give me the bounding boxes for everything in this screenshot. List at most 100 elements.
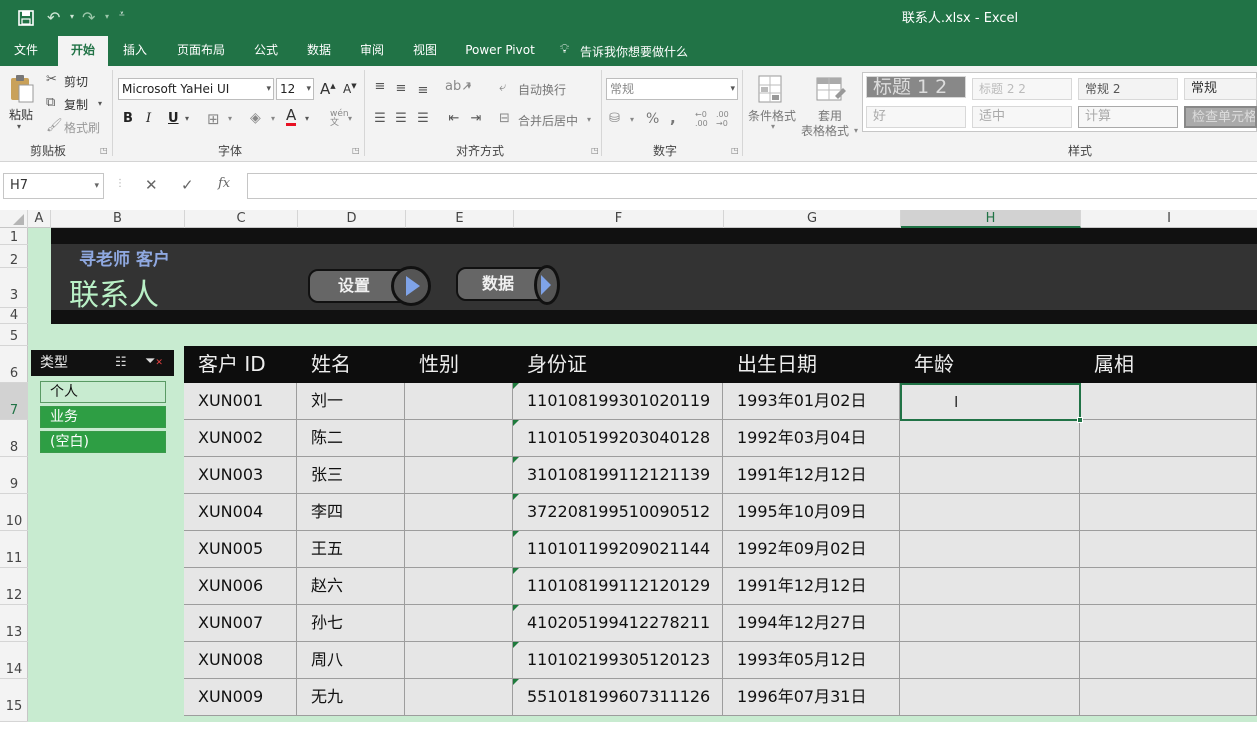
tab-power-pivot[interactable]: Power Pivot bbox=[458, 36, 542, 66]
column-header-e[interactable]: E bbox=[406, 210, 514, 228]
clear-filter-icon[interactable]: ⏷✕ bbox=[145, 354, 163, 369]
fill-color-icon[interactable]: ◈ bbox=[250, 110, 261, 126]
row-header-15[interactable]: 15 bbox=[0, 679, 28, 722]
copy-button[interactable]: 复制 bbox=[64, 96, 88, 113]
cell-gender[interactable] bbox=[405, 494, 513, 531]
cell-gender[interactable] bbox=[405, 605, 513, 642]
cell-age[interactable] bbox=[900, 420, 1080, 457]
cell-zodiac[interactable] bbox=[1080, 642, 1257, 679]
alignment-launcher-icon[interactable]: ◳ bbox=[591, 146, 599, 155]
font-color-button[interactable]: A bbox=[286, 108, 297, 126]
style-check-cell[interactable]: 检查单元格 bbox=[1184, 106, 1257, 128]
cell-zodiac[interactable] bbox=[1080, 605, 1257, 642]
cell-birth-date[interactable]: 1993年01月02日 bbox=[723, 383, 900, 420]
cell-customer-id[interactable]: XUN006 bbox=[184, 568, 297, 605]
cell-age[interactable] bbox=[900, 494, 1080, 531]
save-icon[interactable] bbox=[17, 9, 35, 27]
cell-zodiac[interactable] bbox=[1080, 679, 1257, 716]
table-header-gender[interactable]: 性别 bbox=[405, 346, 513, 383]
align-middle-icon[interactable]: ≡ bbox=[391, 79, 411, 99]
tab-view[interactable]: 视图 bbox=[403, 36, 447, 66]
cell-age[interactable] bbox=[900, 605, 1080, 642]
row-header-10[interactable]: 10 bbox=[0, 494, 28, 531]
cell-customer-id[interactable]: XUN009 bbox=[184, 679, 297, 716]
tab-insert[interactable]: 插入 bbox=[113, 36, 157, 66]
style-neutral[interactable]: 适中 bbox=[972, 106, 1072, 128]
table-header-id-card[interactable]: 身份证 bbox=[513, 346, 723, 383]
cell-gender[interactable] bbox=[405, 642, 513, 679]
row-header-13[interactable]: 13 bbox=[0, 605, 28, 642]
format-as-table-label-2[interactable]: 表格格式 bbox=[801, 122, 849, 139]
cell-age[interactable] bbox=[900, 383, 1080, 420]
cell-gender[interactable] bbox=[405, 531, 513, 568]
merge-center-button[interactable]: 合并后居中 bbox=[518, 112, 578, 129]
decrease-indent-icon[interactable]: ⇤ bbox=[444, 109, 464, 129]
row-header-3[interactable]: 3 bbox=[0, 268, 28, 308]
align-center-icon[interactable]: ☰ bbox=[391, 109, 411, 129]
row-header-4[interactable]: 4 bbox=[0, 308, 28, 324]
cell-zodiac[interactable] bbox=[1080, 568, 1257, 605]
paste-button[interactable]: 粘贴 bbox=[9, 106, 33, 123]
fill-color-dropdown-icon[interactable]: ▾ bbox=[271, 114, 275, 123]
cell-customer-id[interactable]: XUN007 bbox=[184, 605, 297, 642]
style-heading-2-2[interactable]: 标题 2 2 bbox=[972, 78, 1072, 100]
orientation-icon[interactable]: ab↗ bbox=[445, 77, 472, 97]
conditional-formatting-dropdown-icon[interactable]: ▾ bbox=[771, 122, 775, 131]
row-header-6[interactable]: 6 bbox=[0, 346, 28, 383]
cell-name[interactable]: 张三 bbox=[297, 457, 405, 494]
cell-birth-date[interactable]: 1993年05月12日 bbox=[723, 642, 900, 679]
slicer-item-personal[interactable]: 个人 bbox=[40, 381, 166, 403]
paste-icon[interactable] bbox=[8, 74, 36, 104]
cell-customer-id[interactable]: XUN001 bbox=[184, 383, 297, 420]
row-header-8[interactable]: 8 bbox=[0, 420, 28, 457]
font-name-select[interactable]: Microsoft YaHei UI ▾ bbox=[118, 78, 274, 100]
style-normal-2[interactable]: 常规 2 bbox=[1078, 78, 1178, 100]
cell-birth-date[interactable]: 1992年03月04日 bbox=[723, 420, 900, 457]
row-header-1[interactable]: 1 bbox=[0, 228, 28, 245]
wrap-text-button[interactable]: 自动换行 bbox=[518, 81, 566, 98]
redo-icon[interactable]: ↷ bbox=[82, 8, 104, 28]
font-size-select[interactable]: 12 ▾ bbox=[276, 78, 314, 100]
undo-icon[interactable]: ↶ bbox=[47, 8, 69, 28]
cell-birth-date[interactable]: 1992年09月02日 bbox=[723, 531, 900, 568]
number-format-select[interactable]: 常规 ▾ bbox=[606, 78, 738, 100]
table-header-age[interactable]: 年龄 bbox=[900, 346, 1080, 383]
slicer-item-business[interactable]: 业务 bbox=[40, 406, 166, 428]
worksheet[interactable]: 寻老师 客户 联系人 设置 数据 类型 ☷ ⏷✕ 个人 业务 (空白) 客户 I… bbox=[28, 228, 1257, 722]
cell-name[interactable]: 孙七 bbox=[297, 605, 405, 642]
cut-button[interactable]: 剪切 bbox=[64, 73, 88, 90]
cell-name[interactable]: 陈二 bbox=[297, 420, 405, 457]
borders-icon[interactable]: ⊞ bbox=[207, 110, 220, 128]
shrink-font-button[interactable]: A▼ bbox=[343, 82, 357, 96]
insert-function-button[interactable]: fx bbox=[218, 176, 230, 191]
table-header-customer-id[interactable]: 客户 ID bbox=[184, 346, 297, 383]
comma-button[interactable]: , bbox=[670, 109, 676, 127]
column-header-i[interactable]: I bbox=[1081, 210, 1257, 228]
cell-age[interactable] bbox=[900, 679, 1080, 716]
cell-birth-date[interactable]: 1995年10月09日 bbox=[723, 494, 900, 531]
increase-decimal-icon[interactable]: ←0.00 bbox=[695, 110, 708, 128]
cell-gender[interactable] bbox=[405, 383, 513, 420]
cell-id-card[interactable]: 110101199209021144 bbox=[513, 531, 723, 568]
clipboard-launcher-icon[interactable]: ◳ bbox=[100, 146, 108, 155]
table-header-name[interactable]: 姓名 bbox=[297, 346, 405, 383]
underline-dropdown-icon[interactable]: ▾ bbox=[185, 114, 189, 123]
cell-customer-id[interactable]: XUN004 bbox=[184, 494, 297, 531]
row-header-7[interactable]: 7 bbox=[0, 383, 28, 420]
enter-button[interactable]: ✓ bbox=[181, 176, 194, 194]
cancel-button[interactable]: ✕ bbox=[145, 176, 158, 194]
multi-select-icon[interactable]: ☷ bbox=[115, 355, 127, 370]
column-header-f[interactable]: F bbox=[514, 210, 724, 228]
orientation-dropdown-icon[interactable]: ▾ bbox=[467, 82, 471, 91]
cell-id-card[interactable]: 110108199112120129 bbox=[513, 568, 723, 605]
tab-page-layout[interactable]: 页面布局 bbox=[167, 36, 235, 66]
cell-name[interactable]: 刘一 bbox=[297, 383, 405, 420]
cell-id-card[interactable]: 410205199412278211 bbox=[513, 605, 723, 642]
name-box[interactable]: H7 ▾ bbox=[3, 173, 104, 199]
cell-zodiac[interactable] bbox=[1080, 383, 1257, 420]
cell-birth-date[interactable]: 1996年07月31日 bbox=[723, 679, 900, 716]
accounting-format-icon[interactable]: ⛁ bbox=[609, 111, 620, 126]
cell-id-card[interactable]: 110105199203040128 bbox=[513, 420, 723, 457]
bold-button[interactable]: B bbox=[123, 111, 133, 126]
select-all-button[interactable] bbox=[0, 210, 28, 228]
